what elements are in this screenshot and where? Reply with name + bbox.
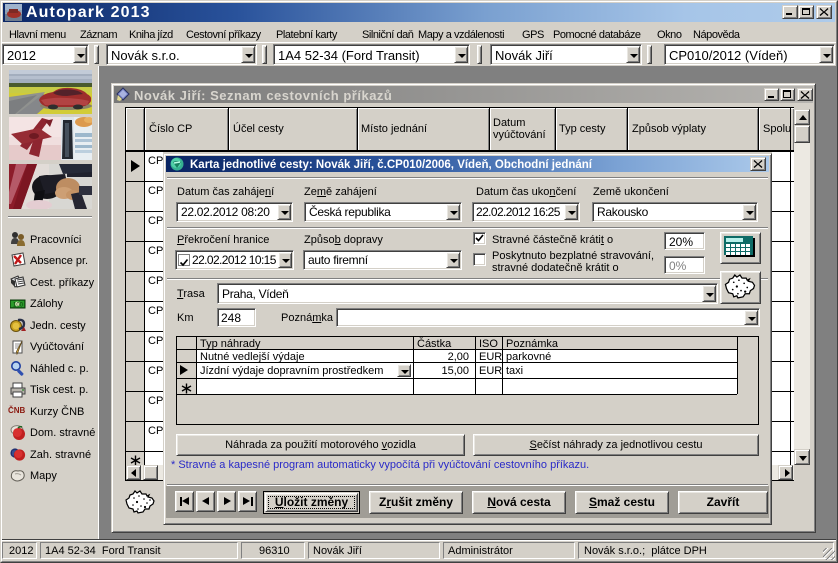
svg-text:100: 100 — [13, 302, 24, 308]
